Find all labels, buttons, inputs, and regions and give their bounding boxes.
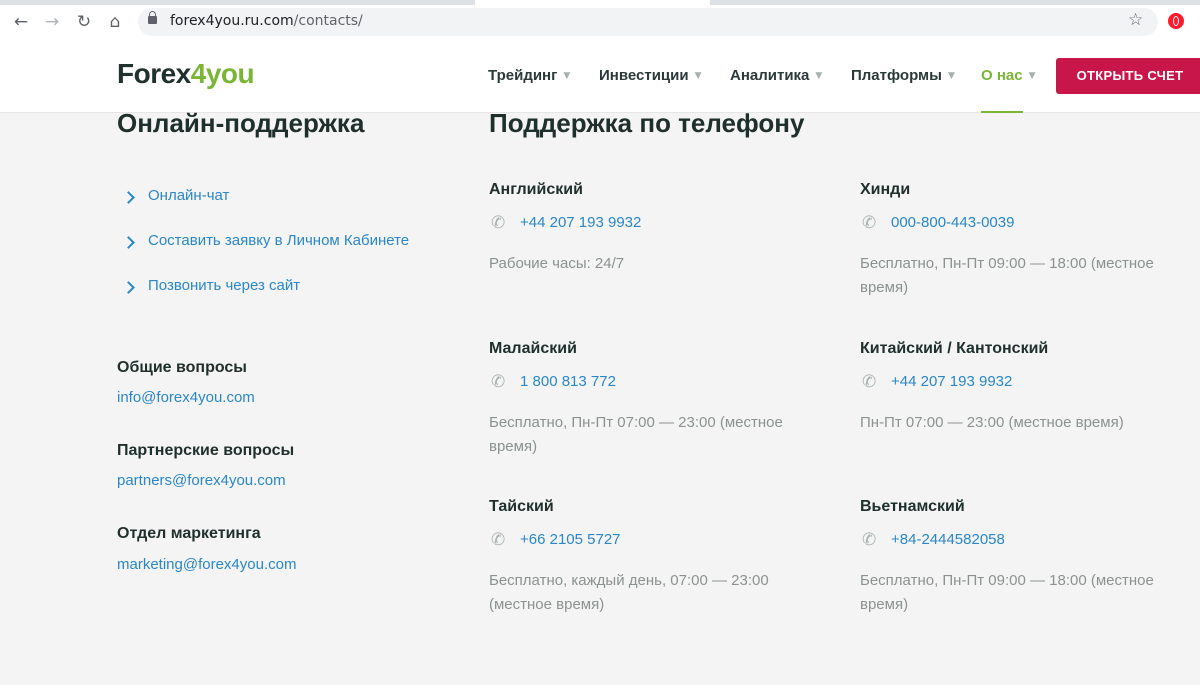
link-text: Онлайн-чат	[148, 187, 230, 204]
phone-icon: ✆	[862, 213, 877, 233]
phone-number-link[interactable]: +44 207 193 9932	[891, 373, 1012, 390]
marketing-email[interactable]: marketing@forex4you.com	[117, 556, 296, 573]
link-text: Позвонить через сайт	[148, 277, 301, 294]
working-hours: Бесплатно, Пн-Пт 07:00 — 23:00 (местное …	[489, 414, 783, 455]
menu-item-analytics[interactable]: Аналитика ▼	[730, 67, 822, 84]
open-account-button[interactable]: ОТКРЫТЬ СЧЕТ	[1056, 58, 1200, 94]
marketing-label: Отдел маркетинга	[117, 525, 261, 542]
phone-icon: ✆	[491, 530, 506, 550]
menu-item-trading[interactable]: Трейдинг ▼	[488, 67, 570, 84]
url-text[interactable]: forex4you.ru.com/contacts/	[170, 13, 363, 29]
language-label: Английский	[489, 181, 583, 198]
caret-down-icon: ▼	[1028, 71, 1036, 81]
working-hours: Пн-Пт 07:00 — 23:00 (местное время)	[860, 414, 1124, 431]
logo-text-4you: 4you	[190, 58, 255, 89]
partner-questions-label: Партнерские вопросы	[117, 442, 295, 459]
reload-icon[interactable]: ↻	[74, 11, 94, 33]
menu-label: Трейдинг	[488, 67, 558, 84]
general-questions-label: Общие вопросы	[117, 359, 247, 376]
active-underline	[981, 111, 1023, 113]
address-bar[interactable]: forex4you.ru.com/contacts/	[138, 8, 1158, 36]
caret-down-icon: ▼	[815, 71, 823, 81]
language-label: Хинди	[860, 181, 911, 198]
link-text: Составить заявку в Личном Кабинете	[148, 232, 410, 249]
phone-number-link[interactable]: 1 800 813 772	[520, 373, 616, 390]
online-support-title: Онлайн-поддержка	[117, 108, 365, 138]
menu-item-about[interactable]: О нас ▼	[981, 67, 1036, 113]
phone-number-link[interactable]: +66 2105 5727	[520, 531, 621, 548]
menu-label: Аналитика	[730, 67, 810, 84]
working-hours: Бесплатно, Пн-Пт 09:00 — 18:00 (местное …	[860, 255, 1154, 296]
url-host: forex4you.ru.com	[170, 13, 294, 29]
partner-questions-email[interactable]: partners@forex4you.com	[117, 472, 286, 489]
url-path: /contacts/	[293, 13, 363, 29]
chevron-right-icon	[122, 281, 135, 294]
menu-item-investments[interactable]: Инвестиции ▼	[599, 67, 702, 84]
phone-number-link[interactable]: 000-800-443-0039	[891, 214, 1014, 231]
active-tab[interactable]	[475, 0, 710, 5]
forward-arrow-icon[interactable]: →	[42, 11, 62, 33]
phone-icon: ✆	[862, 372, 877, 392]
browser-toolbar: ← → ↻ ⌂ forex4you.ru.com/contacts/ ☆	[0, 0, 1200, 43]
caret-down-icon: ▼	[694, 71, 702, 81]
phone-number-link[interactable]: +44 207 193 9932	[520, 214, 641, 231]
lock-icon[interactable]	[148, 11, 157, 24]
working-hours: Бесплатно, Пн-Пт 09:00 — 18:00 (местное …	[860, 572, 1154, 613]
home-icon[interactable]: ⌂	[105, 11, 125, 33]
phone-icon: ✆	[491, 372, 506, 392]
site-header: Forex4you Трейдинг ▼ Инвестиции ▼ Аналитик…	[0, 42, 1200, 113]
language-label: Китайский / Кантонский	[860, 340, 1049, 357]
menu-label: О нас	[981, 67, 1023, 84]
menu-item-platforms[interactable]: Платформы ▼	[851, 67, 955, 84]
forex4you-logo[interactable]: Forex4you	[117, 58, 255, 90]
phone-support-title: Поддержка по телефону	[489, 108, 805, 138]
phone-number-link[interactable]: +84-2444582058	[891, 531, 1005, 548]
chevron-right-icon	[122, 191, 135, 204]
tab-strip	[0, 0, 1200, 5]
menu-label: Платформы	[851, 67, 942, 84]
caret-down-icon: ▼	[947, 71, 955, 81]
bookmark-star-icon[interactable]: ☆	[1128, 10, 1143, 30]
language-label: Тайский	[489, 498, 554, 515]
working-hours: Бесплатно, каждый день, 07:00 — 23:00 (м…	[489, 572, 769, 613]
phone-icon: ✆	[862, 530, 877, 550]
caret-down-icon: ▼	[563, 71, 571, 81]
logo-text-forex: Forex	[117, 58, 191, 89]
phone-icon: ✆	[491, 213, 506, 233]
language-label: Малайский	[489, 340, 577, 357]
chevron-right-icon	[122, 236, 135, 249]
menu-label: Инвестиции	[599, 67, 689, 84]
working-hours: Рабочие часы: 24/7	[489, 255, 625, 272]
general-questions-email[interactable]: info@forex4you.com	[117, 389, 255, 406]
back-arrow-icon[interactable]: ←	[11, 11, 31, 33]
language-label: Вьетнамский	[860, 498, 965, 515]
opera-icon[interactable]	[1168, 13, 1184, 29]
